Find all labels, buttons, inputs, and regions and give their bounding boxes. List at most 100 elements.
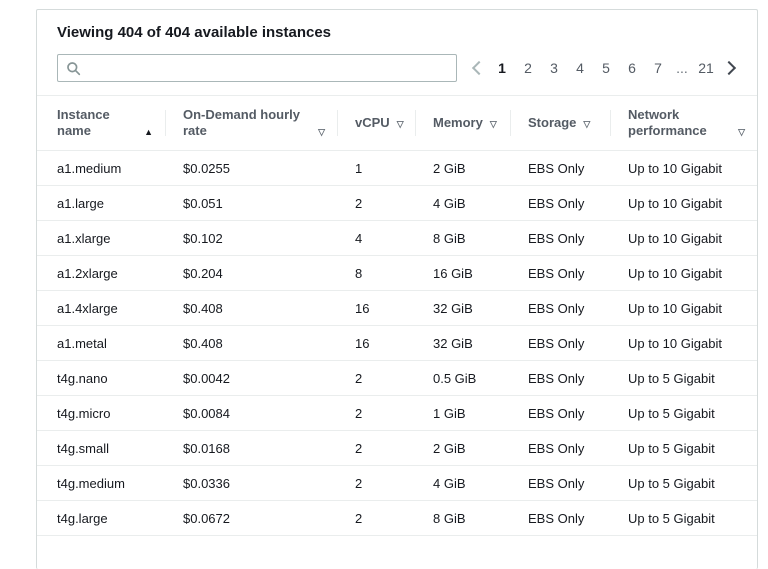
- pagination-page-1[interactable]: 1: [491, 56, 513, 80]
- cell: 2: [337, 511, 415, 526]
- search-input[interactable]: [87, 60, 448, 77]
- cell: 8: [337, 266, 415, 281]
- column-label: vCPU: [355, 115, 390, 131]
- cell: 1 GiB: [415, 406, 510, 421]
- pagination-next-icon[interactable]: [719, 56, 743, 80]
- cell: 2 GiB: [415, 441, 510, 456]
- cell: Up to 10 Gigabit: [610, 161, 757, 176]
- cell: 2: [337, 371, 415, 386]
- cell: Up to 10 Gigabit: [610, 301, 757, 316]
- pagination-prev-icon[interactable]: [465, 56, 489, 80]
- table-row[interactable]: a1.4xlarge$0.4081632 GiBEBS OnlyUp to 10…: [37, 291, 757, 326]
- cell: Up to 5 Gigabit: [610, 476, 757, 491]
- cell: 4 GiB: [415, 196, 510, 211]
- pagination-ellipsis: ...: [673, 60, 691, 76]
- column-label: Instance name: [57, 107, 123, 139]
- table-row[interactable]: t4g.micro$0.008421 GiBEBS OnlyUp to 5 Gi…: [37, 396, 757, 431]
- cell: EBS Only: [510, 441, 610, 456]
- cell: $0.0255: [165, 161, 337, 176]
- page-title: Viewing 404 of 404 available instances: [57, 24, 743, 42]
- table-row[interactable]: a1.medium$0.025512 GiBEBS OnlyUp to 10 G…: [37, 151, 757, 186]
- cell: t4g.small: [37, 441, 165, 456]
- table-row[interactable]: t4g.large$0.067228 GiBEBS OnlyUp to 5 Gi…: [37, 501, 757, 536]
- cell: t4g.medium: [37, 476, 165, 491]
- table-row[interactable]: a1.xlarge$0.10248 GiBEBS OnlyUp to 10 Gi…: [37, 221, 757, 256]
- cell: $0.051: [165, 196, 337, 211]
- cell: 1: [337, 161, 415, 176]
- cell: $0.102: [165, 231, 337, 246]
- cell: EBS Only: [510, 511, 610, 526]
- cell: EBS Only: [510, 301, 610, 316]
- instances-panel: Viewing 404 of 404 available instances 1…: [36, 9, 758, 569]
- column-header-instance-name[interactable]: Instance name ▲: [37, 96, 165, 150]
- column-header-storage[interactable]: Storage ▽: [510, 96, 610, 150]
- cell: 2: [337, 476, 415, 491]
- cell: 16: [337, 336, 415, 351]
- cell: Up to 10 Gigabit: [610, 196, 757, 211]
- cell: $0.0042: [165, 371, 337, 386]
- cell: 0.5 GiB: [415, 371, 510, 386]
- cell: EBS Only: [510, 231, 610, 246]
- sort-ascending-icon[interactable]: ▲: [144, 125, 153, 139]
- column-header-vcpu[interactable]: vCPU ▽: [337, 96, 415, 150]
- cell: 8 GiB: [415, 231, 510, 246]
- cell: $0.0672: [165, 511, 337, 526]
- cell: 16 GiB: [415, 266, 510, 281]
- pagination-page-7[interactable]: 7: [647, 56, 669, 80]
- cell: Up to 10 Gigabit: [610, 231, 757, 246]
- column-header-on-demand-hourly-rate[interactable]: On-Demand hourly rate ▽: [165, 96, 337, 150]
- column-label: Memory: [433, 115, 483, 131]
- cell: Up to 5 Gigabit: [610, 441, 757, 456]
- pagination-page-2[interactable]: 2: [517, 56, 539, 80]
- column-label: Network performance: [628, 107, 731, 139]
- cell: 16: [337, 301, 415, 316]
- table-controls: Viewing 404 of 404 available instances 1…: [37, 10, 757, 95]
- table-row[interactable]: t4g.nano$0.004220.5 GiBEBS OnlyUp to 5 G…: [37, 361, 757, 396]
- cell: t4g.micro: [37, 406, 165, 421]
- search-icon: [66, 61, 81, 76]
- table-body: a1.medium$0.025512 GiBEBS OnlyUp to 10 G…: [37, 151, 757, 536]
- cell: EBS Only: [510, 371, 610, 386]
- table-row[interactable]: t4g.medium$0.033624 GiBEBS OnlyUp to 5 G…: [37, 466, 757, 501]
- cell: EBS Only: [510, 266, 610, 281]
- column-header-network-performance[interactable]: Network performance ▽: [610, 96, 757, 150]
- cell: a1.metal: [37, 336, 165, 351]
- cell: a1.4xlarge: [37, 301, 165, 316]
- cell: $0.0168: [165, 441, 337, 456]
- table-row[interactable]: a1.metal$0.4081632 GiBEBS OnlyUp to 10 G…: [37, 326, 757, 361]
- pagination-page-6[interactable]: 6: [621, 56, 643, 80]
- cell: $0.0336: [165, 476, 337, 491]
- pagination-page-4[interactable]: 4: [569, 56, 591, 80]
- table-row[interactable]: a1.2xlarge$0.204816 GiBEBS OnlyUp to 10 …: [37, 256, 757, 291]
- cell: Up to 10 Gigabit: [610, 336, 757, 351]
- cell: a1.large: [37, 196, 165, 211]
- cell: 2: [337, 406, 415, 421]
- cell: $0.408: [165, 301, 337, 316]
- sortable-icon[interactable]: ▽: [318, 125, 325, 139]
- table-row[interactable]: a1.large$0.05124 GiBEBS OnlyUp to 10 Gig…: [37, 186, 757, 221]
- column-header-memory[interactable]: Memory ▽: [415, 96, 510, 150]
- search-box[interactable]: [57, 54, 457, 82]
- table-row[interactable]: t4g.small$0.016822 GiBEBS OnlyUp to 5 Gi…: [37, 431, 757, 466]
- cell: a1.2xlarge: [37, 266, 165, 281]
- column-label: On-Demand hourly rate: [183, 107, 311, 139]
- cell: 2: [337, 196, 415, 211]
- cell: 4 GiB: [415, 476, 510, 491]
- cell: $0.0084: [165, 406, 337, 421]
- cell: 4: [337, 231, 415, 246]
- cell: Up to 5 Gigabit: [610, 406, 757, 421]
- column-label: Storage: [528, 115, 576, 131]
- sortable-icon[interactable]: ▽: [397, 117, 404, 131]
- sortable-icon[interactable]: ▽: [490, 117, 497, 131]
- sortable-icon[interactable]: ▽: [583, 117, 590, 131]
- cell: EBS Only: [510, 196, 610, 211]
- sortable-icon[interactable]: ▽: [738, 125, 745, 139]
- pagination: 1234567...21: [465, 56, 743, 80]
- pagination-page-5[interactable]: 5: [595, 56, 617, 80]
- cell: Up to 10 Gigabit: [610, 266, 757, 281]
- pagination-page-21[interactable]: 21: [695, 56, 717, 80]
- controls-row: 1234567...21: [57, 54, 743, 95]
- cell: a1.medium: [37, 161, 165, 176]
- pagination-page-3[interactable]: 3: [543, 56, 565, 80]
- cell: 32 GiB: [415, 336, 510, 351]
